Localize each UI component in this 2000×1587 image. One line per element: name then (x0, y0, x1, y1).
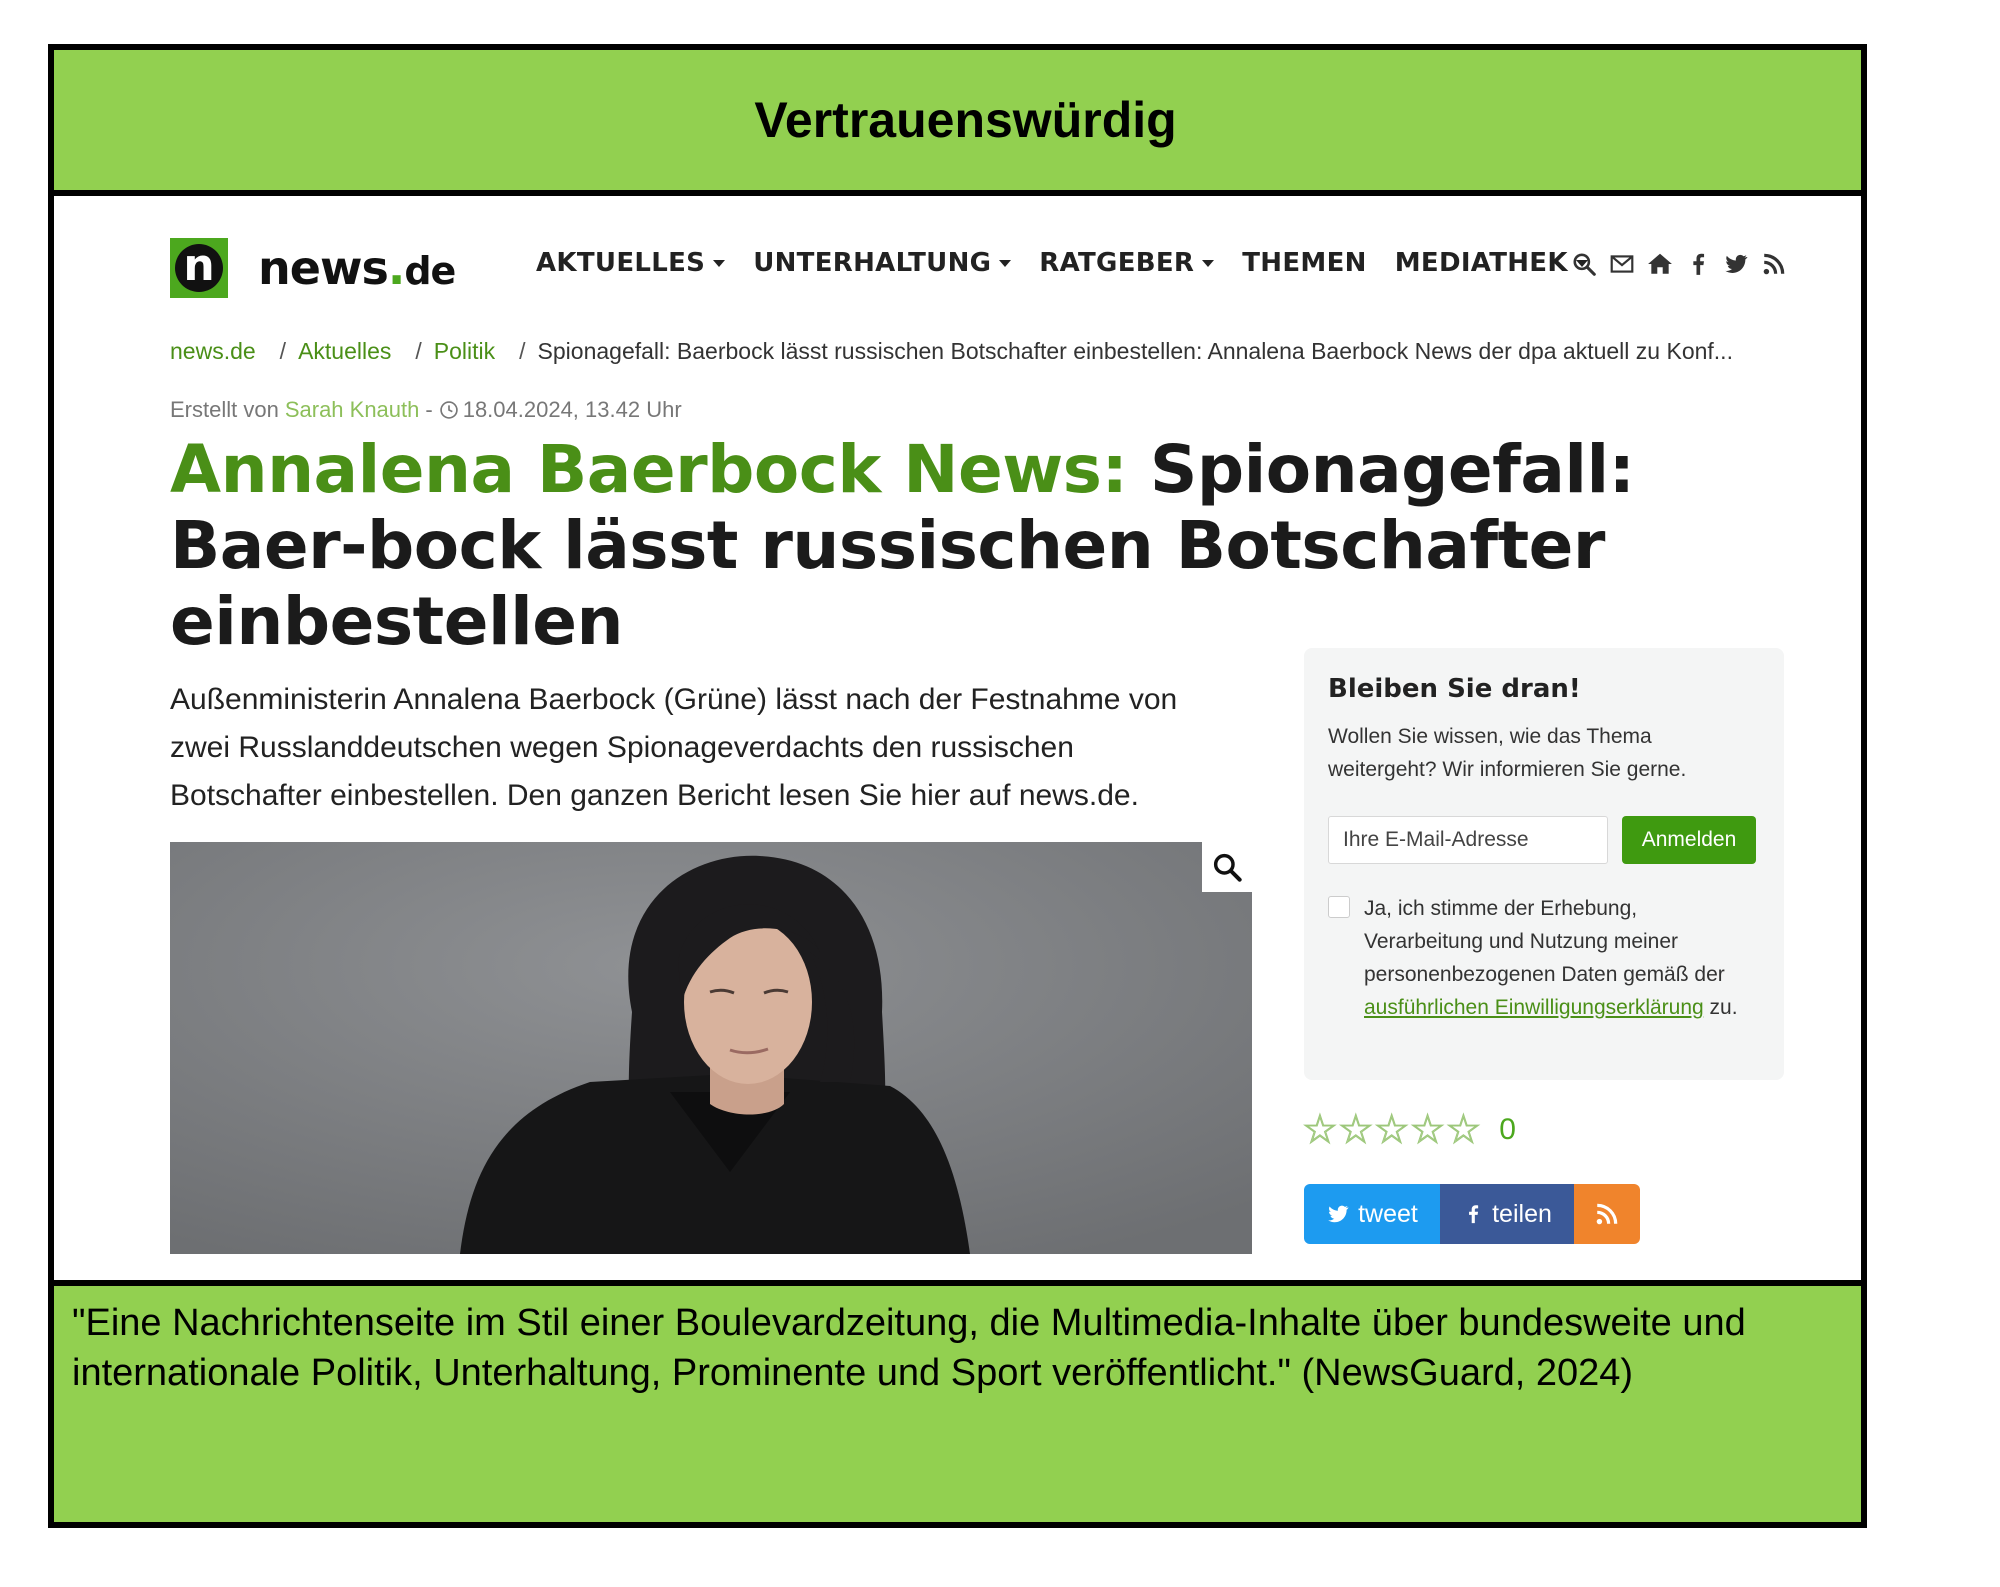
newsletter-text: Wollen Sie wissen, wie das Thema weiterg… (1328, 725, 1687, 781)
logo-mark: n (170, 238, 228, 298)
star-icon[interactable]: ☆ (1409, 1110, 1446, 1151)
search-icon[interactable] (1565, 246, 1603, 282)
breadcrumb-current: Spionagefall: Baerbock lässt russischen … (537, 338, 1733, 364)
breadcrumb-link-home[interactable]: news.de (170, 338, 256, 364)
logo-name: news (258, 241, 389, 295)
main-nav: AKTUELLES UNTERHALTUNG RATGEBER THEMEN M… (536, 248, 1616, 278)
photo-illustration (170, 842, 1252, 1254)
star-icon[interactable]: ☆ (1445, 1110, 1482, 1151)
facebook-icon (1469, 1205, 1479, 1224)
description-banner: "Eine Nachrichtenseite im Stil einer Bou… (54, 1280, 1861, 1522)
nav-icon-bar (1565, 246, 1793, 282)
nav-label: RATGEBER (1039, 248, 1195, 278)
star-rating: ☆ ☆ ☆ ☆ ☆ 0 (1302, 1110, 1516, 1151)
nav-item-unterhaltung[interactable]: UNTERHALTUNG (753, 248, 1012, 278)
annotation-frame: Vertrauenswürdig n news.de AKTUELLES UNT… (48, 44, 1867, 1528)
logo-tld: de (404, 249, 456, 293)
facebook-share-button[interactable]: teilen (1440, 1184, 1574, 1244)
breadcrumb-link-politik[interactable]: Politik (434, 338, 495, 364)
breadcrumb: news.de / Aktuelles / Politik / Spionagefall: … (170, 338, 1790, 365)
facebook-icon[interactable] (1679, 246, 1717, 282)
nav-label: AKTUELLES (536, 248, 706, 278)
star-icon[interactable]: ☆ (1337, 1110, 1374, 1151)
tweet-button[interactable]: tweet (1304, 1184, 1440, 1244)
breadcrumb-separator: / (415, 338, 422, 364)
rating-label: Vertrauenswürdig (754, 92, 1177, 148)
email-input[interactable]: Ihre E-Mail-Adresse (1328, 816, 1608, 864)
nav-item-aktuelles[interactable]: AKTUELLES (536, 248, 726, 278)
consent-row: Ja, ich stimme der Erhebung, Verarbeitun… (1328, 892, 1760, 1024)
byline-prefix: Erstellt von (170, 397, 279, 422)
byline-dash: - (425, 397, 433, 422)
nav-item-mediathek[interactable]: MEDIATHEK (1395, 248, 1588, 278)
rating-banner: Vertrauenswürdig (54, 50, 1861, 196)
article-lead: Außenministerin Annalena Baerbock (Grüne… (170, 683, 1178, 812)
author-link[interactable]: Sarah Knauth (285, 397, 420, 423)
rating-count: 0 (1499, 1113, 1516, 1146)
nav-label: MEDIATHEK (1394, 248, 1568, 278)
newsletter-box: Bleiben Sie dran! Wollen Sie wissen, wie… (1304, 648, 1784, 1080)
consent-checkbox[interactable] (1328, 896, 1350, 918)
logo-letter: n (175, 244, 223, 292)
headline-kicker: Annalena Baerbock News: (170, 431, 1128, 508)
chevron-down-icon (999, 259, 1012, 267)
breadcrumb-separator: / (279, 338, 287, 364)
newsletter-form: Ihre E-Mail-Adresse Anmelden (1328, 816, 1760, 864)
source-description: "Eine Nachrichtenseite im Stil einer Bou… (72, 1302, 1746, 1394)
chevron-down-icon (713, 259, 726, 267)
consent-text: Ja, ich stimme der Erhebung, Verarbeitun… (1364, 892, 1760, 1024)
article-byline: Erstellt von Sarah Knauth - 18.04.2024, … (170, 397, 682, 423)
twitter-icon (1328, 1205, 1349, 1223)
nav-label: THEMEN (1242, 248, 1367, 278)
clock-icon (439, 401, 458, 419)
article-headline: Annalena Baerbock News: Spionagefall: Ba… (170, 432, 1810, 660)
star-icon[interactable]: ☆ (1302, 1110, 1339, 1151)
star-icon[interactable]: ☆ (1373, 1110, 1410, 1151)
rss-icon[interactable] (1755, 246, 1793, 282)
website-screenshot: n news.de AKTUELLES UNTERHALTUNG RATGEBE… (54, 196, 1861, 1280)
chevron-down-icon (1202, 259, 1215, 267)
twitter-icon[interactable] (1717, 246, 1755, 282)
breadcrumb-link-aktuelles[interactable]: Aktuelles (298, 338, 391, 364)
logo-dot: . (387, 241, 406, 295)
magnifier-icon (1213, 853, 1242, 882)
newsletter-title: Bleiben Sie dran! (1328, 674, 1581, 704)
logo-wordmark: news.de (258, 241, 456, 295)
facebook-share-label: teilen (1492, 1199, 1552, 1228)
tweet-label: tweet (1358, 1199, 1418, 1228)
nav-item-ratgeber[interactable]: RATGEBER (1039, 248, 1215, 278)
subscribe-button[interactable]: Anmelden (1622, 816, 1756, 864)
article-photo[interactable] (170, 842, 1252, 1254)
consent-link[interactable]: ausführlichen Einwilligungserklärung (1364, 996, 1704, 1019)
rss-share-button[interactable] (1574, 1184, 1640, 1244)
zoom-button[interactable] (1202, 842, 1252, 892)
nav-label: UNTERHALTUNG (753, 248, 992, 278)
site-logo[interactable]: n news.de (170, 238, 456, 298)
publish-date: 18.04.2024, 13.42 Uhr (462, 397, 682, 422)
nav-item-themen[interactable]: THEMEN (1242, 248, 1366, 278)
share-bar: tweet teilen (1304, 1184, 1640, 1244)
rss-icon (1596, 1203, 1618, 1225)
home-icon[interactable] (1641, 246, 1679, 282)
mail-icon[interactable] (1603, 246, 1641, 282)
consent-prefix: Ja, ich stimme der Erhebung, Verarbeitun… (1364, 897, 1725, 986)
breadcrumb-separator: / (519, 338, 526, 364)
consent-suffix: zu. (1709, 996, 1738, 1019)
